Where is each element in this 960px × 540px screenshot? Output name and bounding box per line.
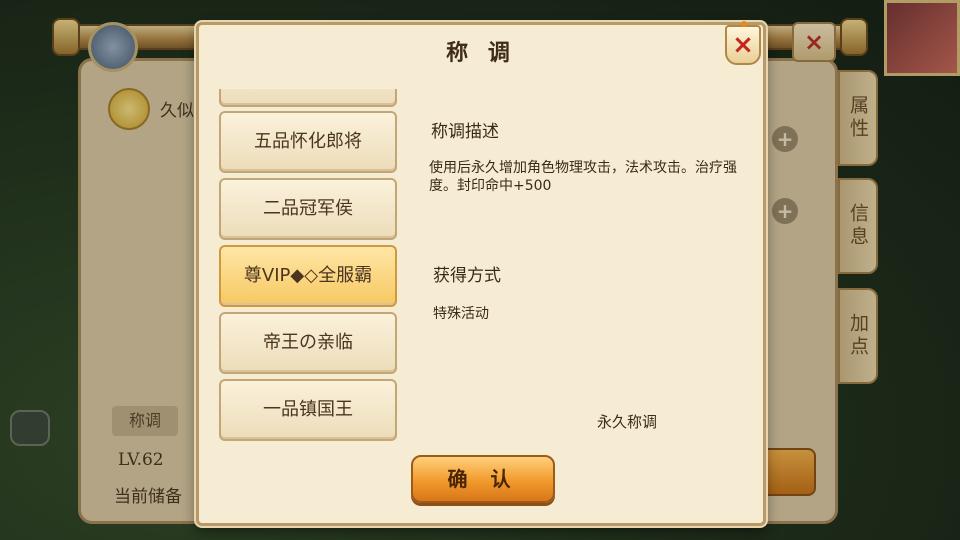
description-text: 使用后永久增加角色物理攻击，法术攻击。治疗强度。封印命中+500 — [429, 160, 737, 194]
list-item[interactable]: 五品怀化郎将 — [219, 111, 397, 173]
dialog-title: 称 调 — [446, 41, 516, 66]
obtain-heading: 获得方式 — [433, 266, 501, 286]
list-item[interactable]: 一品镇国王 — [219, 379, 397, 441]
duration-text: 永久称调 — [597, 413, 658, 431]
list-item-partial[interactable] — [219, 89, 397, 107]
description-heading: 称调描述 — [431, 122, 499, 142]
list-item[interactable]: 帝王の亲临 — [219, 312, 397, 374]
confirm-button[interactable]: 确 认 — [411, 455, 555, 503]
title-list[interactable]: 五品怀化郎将 二品冠军侯 尊VIP◆◇全服霸 帝王の亲临 一品镇国王 — [219, 89, 401, 445]
list-item[interactable]: 二品冠军侯 — [219, 178, 397, 240]
title-dialog: 称 调 × 五品怀化郎将 二品冠军侯 尊VIP◆◇全服霸 帝王の亲临 一品镇国王… — [196, 21, 766, 526]
title-detail-panel: 称调描述 使用后永久增加角色物理攻击，法术攻击。治疗强度。封印命中+500 获得… — [413, 89, 757, 445]
list-item-selected[interactable]: 尊VIP◆◇全服霸 — [219, 245, 397, 307]
obtain-text: 特殊活动 — [433, 306, 489, 322]
close-icon[interactable]: × — [725, 21, 761, 65]
